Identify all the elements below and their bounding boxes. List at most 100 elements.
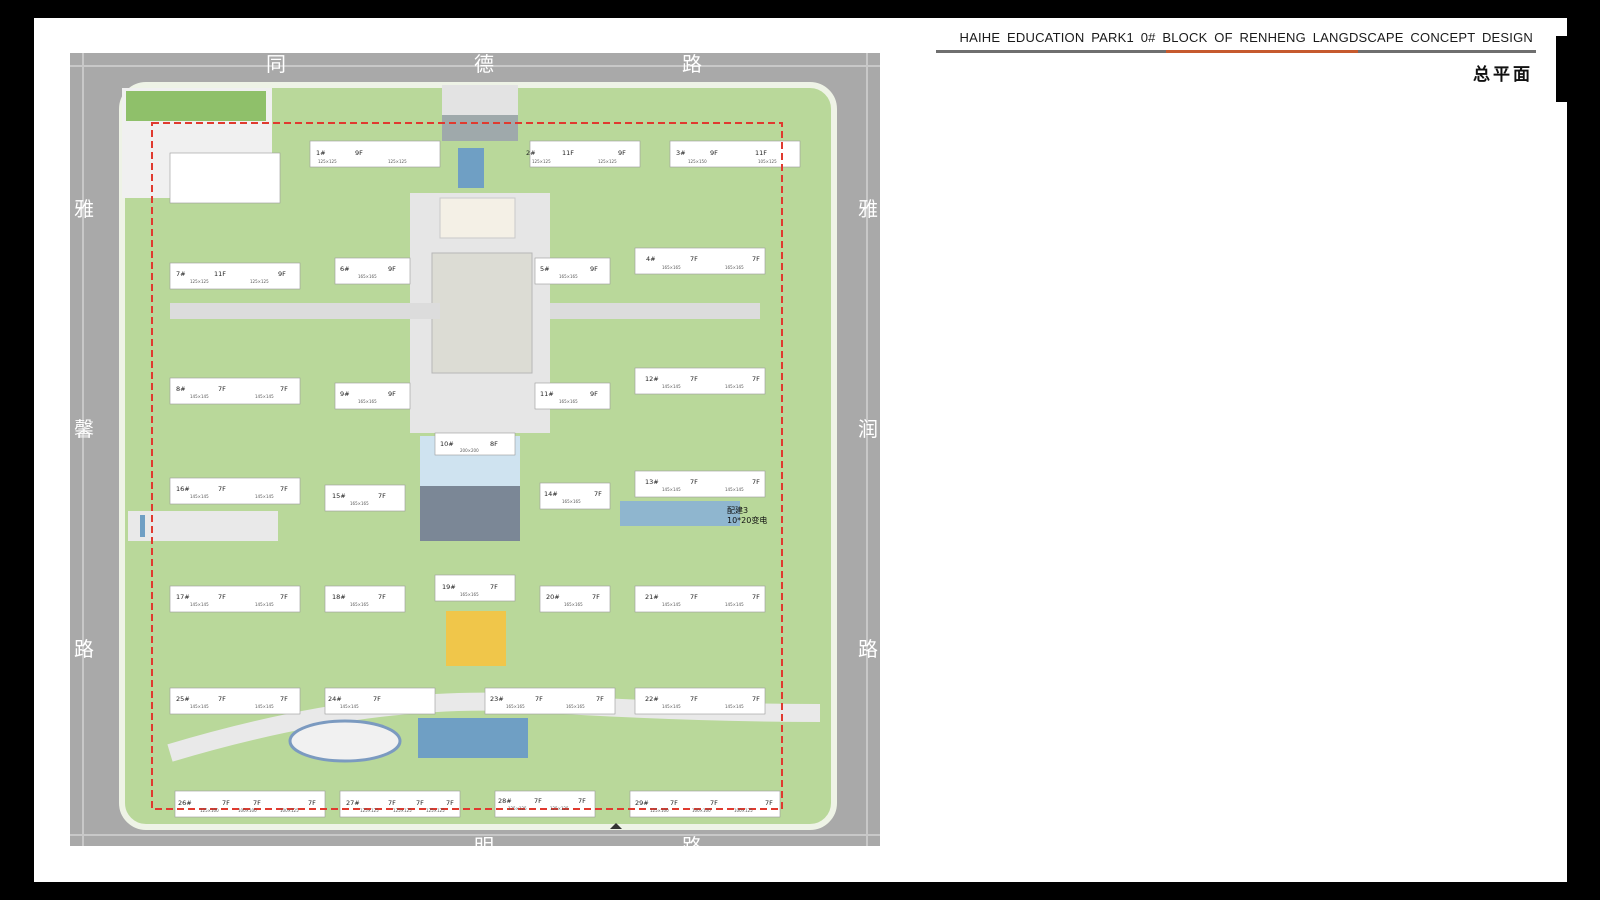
building-size-15: 165×165 (350, 501, 369, 506)
building-size-28b: 125×125 (550, 806, 569, 811)
road-edge-left (82, 53, 84, 846)
building-number-7: 7# (176, 270, 186, 278)
header-title: HAIHE EDUCATION PARK1 0# BLOCK OF RENHEN… (959, 30, 1533, 45)
building-number-15: 15# (332, 492, 346, 500)
building-floors-4b: 7F (752, 255, 760, 263)
building-size-18: 165×165 (350, 602, 369, 607)
building-floors-27c: 7F (446, 799, 454, 807)
building-floors-21a: 7F (690, 593, 698, 601)
building-size-5: 165×165 (559, 274, 578, 279)
building-floors-26c: 7F (308, 799, 316, 807)
building-size-17b: 145×145 (255, 602, 274, 607)
building-size-26a: 125×100 (200, 808, 219, 813)
building-floors-27a: 7F (388, 799, 396, 807)
building-floors-28a: 7F (534, 797, 542, 805)
building-block-26 (174, 790, 326, 818)
building-floors-27b: 7F (416, 799, 424, 807)
building-size-7b: 125×125 (250, 279, 269, 284)
building-number-3: 3# (676, 149, 686, 157)
building-size-2b: 125×125 (598, 159, 617, 164)
building-size-29b: 100×100 (692, 808, 711, 813)
playground (420, 486, 520, 541)
building-floors-23b: 7F (596, 695, 604, 703)
building-size-4a: 165×165 (662, 265, 681, 270)
building-size-7a: 125×125 (190, 279, 209, 284)
building-floors-1: 9F (355, 149, 363, 157)
building-floors-4a: 7F (690, 255, 698, 263)
building-floors-23a: 7F (535, 695, 543, 703)
building-size-4b: 165×165 (725, 265, 744, 270)
building-floors-16a: 7F (218, 485, 226, 493)
pond-west (140, 515, 145, 537)
slide: HAIHE EDUCATION PARK1 0# BLOCK OF RENHEN… (34, 18, 1567, 882)
building-number-5: 5# (540, 265, 550, 273)
building-floors-9: 9F (388, 390, 396, 398)
building-size-10: 200×200 (460, 448, 479, 453)
building-size-1b: 125×125 (388, 159, 407, 164)
road-label-left-2: 馨 (74, 417, 94, 441)
building-number-13: 13# (645, 478, 659, 486)
building-floors-29c: 7F (765, 799, 773, 807)
building-number-14: 14# (544, 490, 558, 498)
building-number-10: 10# (440, 440, 454, 448)
road-label-right-2: 润 (858, 417, 878, 441)
building-floors-5: 9F (590, 265, 598, 273)
entrance-canopy (442, 115, 518, 141)
building-floors-29b: 7F (710, 799, 718, 807)
building-number-23: 23# (490, 695, 504, 703)
building-number-11: 11# (540, 390, 554, 398)
building-number-4: 4# (646, 255, 656, 263)
building-size-27c: 125×125 (426, 808, 445, 813)
road-edge-right (866, 53, 868, 846)
building-number-12: 12# (645, 375, 659, 383)
building-size-29c: 100×125 (734, 808, 753, 813)
building-floors-2a: 11F (562, 149, 574, 157)
building-size-3a: 125×150 (688, 159, 707, 164)
building-floors-18: 7F (378, 593, 386, 601)
building-size-27a: 125×125 (360, 808, 379, 813)
building-size-23b: 165×165 (566, 704, 585, 709)
building-size-26c: 100×125 (280, 808, 299, 813)
building-number-16: 16# (176, 485, 190, 493)
building-floors-7b: 9F (278, 270, 286, 278)
building-floors-19: 7F (490, 583, 498, 591)
water-strip-east (620, 501, 740, 526)
building-size-13a: 145×145 (662, 487, 681, 492)
building-number-21: 21# (645, 593, 659, 601)
building-number-29: 29# (635, 799, 649, 807)
building-floors-29a: 7F (670, 799, 678, 807)
road-label-top-3: 路 (682, 53, 702, 76)
building-number-28: 28# (498, 797, 512, 805)
building-number-9: 9# (340, 390, 350, 398)
building-floors-26b: 7F (253, 799, 261, 807)
building-size-22a: 145×145 (662, 704, 681, 709)
site-master-plan: 同 德 路 雅 馨 路 雅 润 路 明 路 1# 9F 125×125 125×… (70, 53, 880, 846)
building-number-17: 17# (176, 593, 190, 601)
building-size-19: 165×165 (460, 592, 479, 597)
building-size-8b: 145×145 (255, 394, 274, 399)
road-label-right-3: 路 (858, 637, 878, 661)
building-size-24: 145×145 (340, 704, 359, 709)
building-size-14: 165×165 (562, 499, 581, 504)
path-north-east (550, 303, 760, 319)
building-floors-6: 9F (388, 265, 396, 273)
building-number-25: 25# (176, 695, 190, 703)
lawn-stripes-top-left (126, 91, 266, 121)
building-block-top-left-club (169, 152, 281, 204)
building-floors-22a: 7F (690, 695, 698, 703)
building-size-6: 165×165 (358, 274, 377, 279)
building-floors-21b: 7F (752, 593, 760, 601)
building-floors-13b: 7F (752, 478, 760, 486)
building-floors-20: 7F (592, 593, 600, 601)
building-size-28a: 125×125 (508, 806, 527, 811)
building-size-2a: 125×125 (532, 159, 551, 164)
building-block-29 (629, 790, 781, 818)
building-floors-8a: 7F (218, 385, 226, 393)
building-floors-25b: 7F (280, 695, 288, 703)
building-size-21b: 145×145 (725, 602, 744, 607)
building-floors-15: 7F (378, 492, 386, 500)
building-size-9: 165×165 (358, 399, 377, 404)
building-size-13b: 145×145 (725, 487, 744, 492)
building-floors-28b: 7F (578, 797, 586, 805)
facility-label-line1: 配建3 (727, 505, 748, 515)
